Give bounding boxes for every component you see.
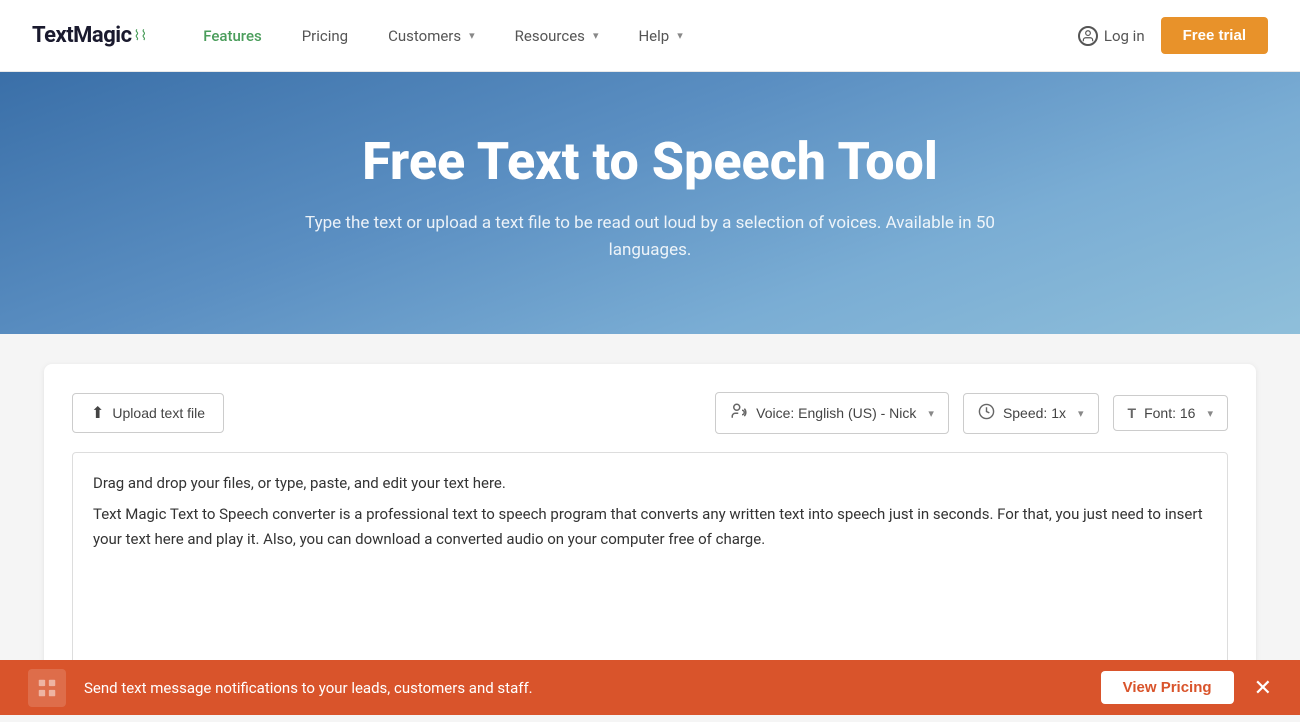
hero-subtitle: Type the text or upload a text file to b… xyxy=(300,210,1000,264)
notification-icon xyxy=(28,669,66,707)
speed-selector[interactable]: Speed: 1x ▾ xyxy=(963,393,1099,434)
textarea-content-line1: Drag and drop your files, or type, paste… xyxy=(93,471,1207,496)
view-pricing-button[interactable]: View Pricing xyxy=(1101,671,1234,704)
hero-section: Free Text to Speech Tool Type the text o… xyxy=(0,72,1300,334)
textarea-content-line2: Text Magic Text to Speech converter is a… xyxy=(93,502,1207,552)
speed-chevron-icon: ▾ xyxy=(1078,407,1084,420)
nav-pricing[interactable]: Pricing xyxy=(286,19,364,53)
toolbar: ⬆ Upload text file Voice: English (US) -… xyxy=(72,392,1228,434)
font-selector[interactable]: T Font: 16 ▾ xyxy=(1113,395,1228,431)
navbar: TextMagic ⌇⌇ Features Pricing Customers … xyxy=(0,0,1300,72)
voice-chevron-icon: ▾ xyxy=(928,407,934,420)
brand-name: TextMagic xyxy=(32,23,132,48)
upload-button[interactable]: ⬆ Upload text file xyxy=(72,393,224,433)
notification-bar: Send text message notifications to your … xyxy=(0,660,1300,715)
login-button[interactable]: Log in xyxy=(1078,26,1145,46)
font-icon: T xyxy=(1128,405,1137,421)
logo-signal-icon: ⌇⌇ xyxy=(134,28,148,44)
close-notification-button[interactable]: ✕ xyxy=(1254,677,1272,699)
font-chevron-icon: ▾ xyxy=(1207,407,1213,420)
free-trial-button[interactable]: Free trial xyxy=(1161,17,1268,54)
grid-icon xyxy=(36,677,58,699)
voice-icon xyxy=(730,402,748,424)
hero-title: Free Text to Speech Tool xyxy=(20,132,1280,192)
upload-icon: ⬆ xyxy=(91,403,104,423)
nav-features[interactable]: Features xyxy=(187,19,277,53)
nav-customers[interactable]: Customers ▾ xyxy=(372,19,491,53)
nav-help[interactable]: Help ▾ xyxy=(622,19,698,53)
tool-container: ⬆ Upload text file Voice: English (US) -… xyxy=(44,364,1256,692)
nav-right: Log in Free trial xyxy=(1078,17,1268,54)
logo[interactable]: TextMagic ⌇⌇ xyxy=(32,23,147,48)
customers-chevron-icon: ▾ xyxy=(469,29,475,42)
speed-icon xyxy=(978,403,995,424)
user-icon xyxy=(1078,26,1098,46)
nav-links: Features Pricing Customers ▾ Resources ▾… xyxy=(187,19,1078,53)
help-chevron-icon: ▾ xyxy=(677,29,683,42)
resources-chevron-icon: ▾ xyxy=(593,29,599,42)
nav-resources[interactable]: Resources ▾ xyxy=(499,19,615,53)
text-input-area[interactable]: Drag and drop your files, or type, paste… xyxy=(72,452,1228,692)
notification-message: Send text message notifications to your … xyxy=(84,679,1101,697)
voice-selector[interactable]: Voice: English (US) - Nick ▾ xyxy=(715,392,949,434)
